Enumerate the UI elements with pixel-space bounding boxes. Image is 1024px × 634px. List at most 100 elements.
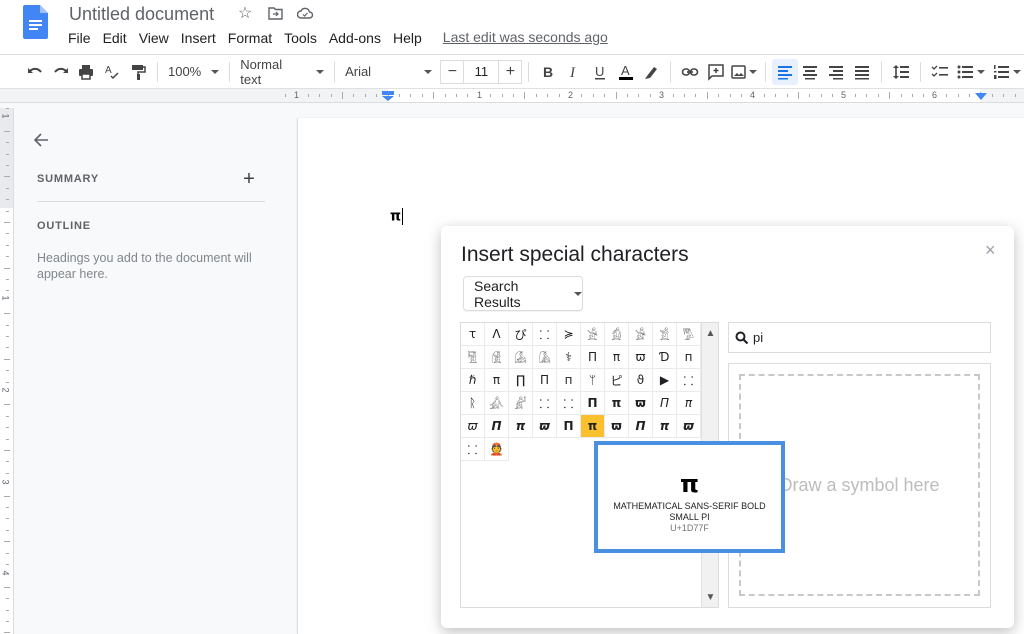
scroll-down-icon[interactable]: ▼ [702, 589, 719, 605]
character-cell[interactable]: 𓀃 [653, 323, 677, 346]
character-cell[interactable]: 𓀈 [533, 346, 557, 369]
horizontal-ruler[interactable]: 1 1 2 3 4 5 6 [0, 89, 1024, 103]
checklist-button[interactable] [927, 59, 953, 85]
star-icon[interactable]: ☆ [236, 4, 254, 22]
character-cell[interactable]: Π [485, 415, 509, 438]
last-edit-link[interactable]: Last edit was seconds ago [443, 29, 608, 47]
character-cell[interactable]: ϖ [533, 415, 557, 438]
character-cell[interactable]: 𓀂 [629, 323, 653, 346]
menu-insert[interactable]: Insert [175, 29, 222, 47]
decrease-font-size-button[interactable]: − [441, 61, 463, 83]
italic-button[interactable]: I [561, 59, 587, 85]
character-cell[interactable]: ⸬ [533, 392, 557, 415]
menu-tools[interactable]: Tools [278, 29, 323, 47]
character-cell-selected[interactable]: π [581, 415, 605, 438]
character-cell[interactable]: ⸬ [677, 369, 701, 392]
vertical-ruler[interactable]: 1 1 2 3 4 [0, 108, 14, 634]
character-cell[interactable]: 𓀉 [485, 392, 509, 415]
cloud-status-icon[interactable] [296, 4, 314, 22]
character-cell[interactable]: ᚱ [461, 392, 485, 415]
character-cell[interactable]: п [677, 346, 701, 369]
character-cell[interactable]: π [677, 392, 701, 415]
character-cell[interactable]: Π [533, 369, 557, 392]
add-comment-button[interactable] [703, 59, 729, 85]
line-spacing-button[interactable] [888, 59, 914, 85]
add-summary-button[interactable]: + [240, 168, 258, 191]
character-cell[interactable]: Π [581, 346, 605, 369]
character-cell[interactable]: 𓀅 [461, 346, 485, 369]
character-cell[interactable]: ℏ [461, 369, 485, 392]
insert-link-button[interactable] [677, 59, 703, 85]
undo-button[interactable] [22, 59, 48, 85]
character-cell[interactable]: π [605, 392, 629, 415]
character-cell[interactable]: Ɗ [653, 346, 677, 369]
character-cell[interactable]: ϑ [629, 369, 653, 392]
character-cell[interactable]: 𓀁 [605, 323, 629, 346]
character-cell[interactable]: Π [629, 415, 653, 438]
spellcheck-button[interactable]: A [99, 59, 125, 85]
justify-button[interactable] [849, 59, 875, 85]
character-cell[interactable]: ≽ [557, 323, 581, 346]
menu-help[interactable]: Help [387, 29, 428, 47]
category-select[interactable]: Search Results [463, 276, 583, 311]
bulleted-list-button[interactable] [953, 59, 989, 85]
text-color-button[interactable]: A [613, 59, 639, 85]
character-cell[interactable]: ピ [605, 369, 629, 392]
close-icon[interactable]: × [985, 240, 996, 261]
underline-button[interactable]: U [587, 59, 613, 85]
zoom-select[interactable]: 100% [164, 59, 223, 85]
redo-button[interactable] [48, 59, 74, 85]
character-cell[interactable]: 𓀄 [677, 323, 701, 346]
character-cell[interactable]: Π [653, 392, 677, 415]
menu-format[interactable]: Format [222, 29, 278, 47]
bold-button[interactable]: B [535, 59, 561, 85]
scroll-up-icon[interactable]: ▲ [702, 325, 719, 341]
character-cell[interactable]: 𓀆 [485, 346, 509, 369]
menu-file[interactable]: File [62, 29, 97, 47]
menu-add-ons[interactable]: Add-ons [323, 29, 387, 47]
character-cell[interactable]: Π [557, 415, 581, 438]
character-cell[interactable]: ⸬ [557, 392, 581, 415]
document-body[interactable]: π [390, 208, 404, 225]
character-cell[interactable]: 𓀊 [509, 392, 533, 415]
left-indent-marker-icon[interactable] [382, 91, 394, 101]
character-cell[interactable]: ⸬ [461, 438, 485, 461]
character-cell[interactable]: Π [581, 392, 605, 415]
character-cell[interactable]: 𓀇 [509, 346, 533, 369]
character-cell[interactable]: ϖ [629, 346, 653, 369]
character-cell[interactable]: Λ [485, 323, 509, 346]
character-cell[interactable]: π [485, 369, 509, 392]
character-cell[interactable]: ϖ [605, 415, 629, 438]
back-arrow-icon[interactable] [31, 130, 51, 150]
character-cell[interactable]: ꚍ [461, 323, 485, 346]
character-cell[interactable]: ▶ [653, 369, 677, 392]
character-cell[interactable]: ⚕ [557, 346, 581, 369]
character-cell[interactable]: ϖ [461, 415, 485, 438]
character-cell[interactable]: π [509, 415, 533, 438]
insert-image-button[interactable] [729, 59, 759, 85]
numbered-list-button[interactable] [988, 59, 1024, 85]
paint-format-button[interactable] [125, 59, 151, 85]
font-size-input[interactable]: 11 [463, 60, 500, 83]
character-cell[interactable]: ⸬ [533, 323, 557, 346]
character-cell[interactable]: ϖ [629, 392, 653, 415]
align-center-button[interactable] [798, 59, 824, 85]
right-indent-marker-icon[interactable] [975, 93, 987, 101]
character-cell[interactable]: ∏ [509, 369, 533, 392]
align-left-button[interactable] [771, 58, 798, 85]
character-cell[interactable]: 👲 [485, 438, 509, 461]
print-button[interactable] [74, 59, 100, 85]
character-cell[interactable]: п [557, 369, 581, 392]
increase-font-size-button[interactable]: + [499, 61, 521, 83]
highlight-color-button[interactable] [639, 59, 665, 85]
character-cell[interactable]: ᛘ [581, 369, 605, 392]
document-title[interactable]: Untitled document [69, 4, 214, 25]
character-cell[interactable]: 𓀀 [581, 323, 605, 346]
font-select[interactable]: Arial [341, 59, 436, 85]
menu-view[interactable]: View [133, 29, 175, 47]
character-cell[interactable]: ぴ [509, 323, 533, 346]
google-docs-logo-icon[interactable] [23, 5, 48, 39]
character-search-input[interactable] [753, 330, 973, 345]
move-to-folder-icon[interactable] [266, 4, 284, 22]
character-cell[interactable]: ϖ [677, 415, 701, 438]
